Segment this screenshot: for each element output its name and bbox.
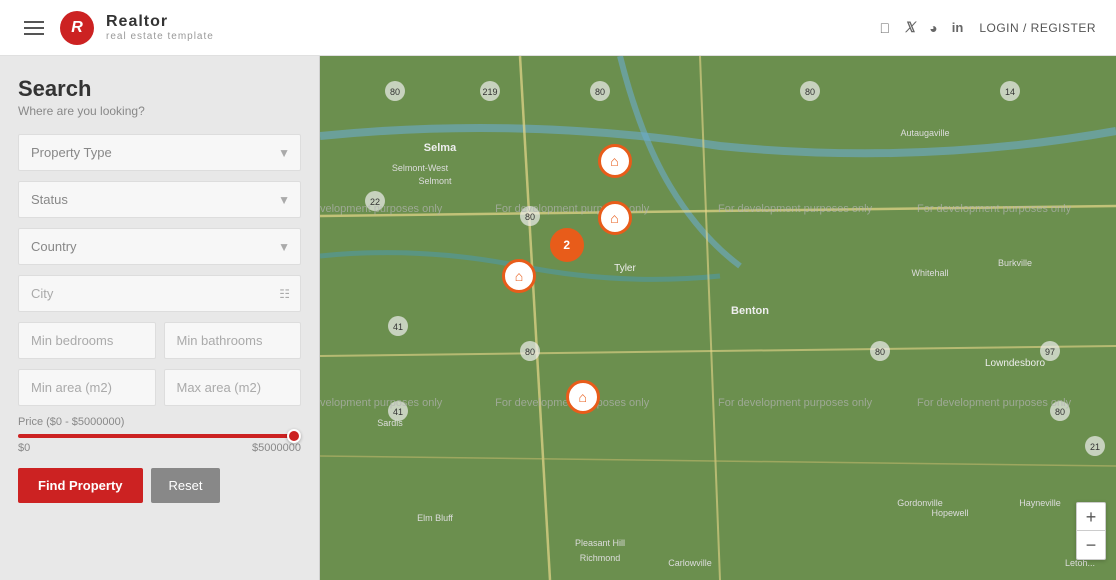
- min-bathrooms-input[interactable]: [165, 323, 301, 358]
- svg-text:Selmont-West: Selmont-West: [392, 163, 449, 173]
- max-area-wrapper: [164, 369, 302, 406]
- map-area: 80 219 80 80 22 41 41 80 80 14 80 97 80: [320, 56, 1116, 580]
- marker-2[interactable]: ⌂: [598, 201, 632, 235]
- logo-subtitle: real estate template: [106, 31, 214, 42]
- svg-text:14: 14: [1005, 87, 1015, 97]
- city-wrapper: ☷: [18, 275, 301, 312]
- svg-text:Sardis: Sardis: [377, 418, 403, 428]
- min-bedrooms-input[interactable]: [19, 323, 155, 358]
- svg-text:80: 80: [390, 87, 400, 97]
- svg-text:80: 80: [525, 347, 535, 357]
- svg-text:41: 41: [393, 407, 403, 417]
- sidebar: Search Where are you looking? Property T…: [0, 56, 320, 580]
- social-icons:  𝕏 ◕ in: [880, 19, 964, 36]
- zoom-in-button[interactable]: +: [1077, 503, 1105, 531]
- svg-text:Whitehall: Whitehall: [911, 268, 948, 278]
- status-wrapper: Status For Sale For Rent ▼: [18, 181, 301, 218]
- svg-text:Benton: Benton: [731, 305, 769, 317]
- marker-2-icon: ⌂: [598, 201, 632, 235]
- header-left: R Realtor real estate template: [20, 11, 214, 45]
- logo-text: Realtor real estate template: [106, 13, 214, 42]
- svg-text:41: 41: [393, 322, 403, 332]
- bedrooms-bathrooms-group: [18, 322, 301, 359]
- logo-icon: R: [60, 11, 94, 45]
- svg-text:21: 21: [1090, 442, 1100, 452]
- svg-text:219: 219: [482, 87, 497, 97]
- svg-text:Elm Bluff: Elm Bluff: [417, 513, 453, 523]
- country-wrapper: Country USA UK Canada ▼: [18, 228, 301, 265]
- marker-5[interactable]: ⌂: [566, 380, 600, 414]
- marker-3-count: 2: [550, 228, 584, 262]
- header-right:  𝕏 ◕ in LOGIN / REGISTER: [880, 19, 1097, 36]
- min-bathrooms-wrapper: [164, 322, 302, 359]
- svg-text:Autaugaville: Autaugaville: [900, 128, 949, 138]
- min-bedrooms-wrapper: [18, 322, 156, 359]
- svg-text:Lowndesboro: Lowndesboro: [985, 358, 1045, 369]
- svg-text:80: 80: [525, 212, 535, 222]
- property-type-select[interactable]: Property Type House Apartment Land Comme…: [19, 135, 300, 170]
- svg-text:80: 80: [805, 87, 815, 97]
- login-register-link[interactable]: LOGIN / REGISTER: [979, 21, 1096, 35]
- property-type-group: Property Type House Apartment Land Comme…: [18, 134, 301, 171]
- linkedin-icon[interactable]: in: [952, 20, 964, 35]
- map-background: 80 219 80 80 22 41 41 80 80 14 80 97 80: [320, 56, 1116, 580]
- svg-text:Burkville: Burkville: [998, 258, 1032, 268]
- svg-text:Selmont: Selmont: [418, 176, 452, 186]
- area-group: [18, 369, 301, 406]
- svg-text:22: 22: [370, 197, 380, 207]
- svg-text:Tyler: Tyler: [614, 263, 636, 274]
- price-max-label: $5000000: [252, 442, 301, 454]
- svg-text:Selma: Selma: [424, 142, 457, 154]
- price-slider-fill: [18, 434, 301, 438]
- facebook-icon[interactable]: : [880, 20, 891, 36]
- city-group: ☷: [18, 275, 301, 312]
- hamburger-button[interactable]: [20, 17, 48, 39]
- price-min-label: $0: [18, 442, 30, 454]
- search-subtitle: Where are you looking?: [18, 104, 301, 118]
- price-section: Price ($0 - $5000000) $0 $5000000: [18, 416, 301, 454]
- svg-text:97: 97: [1045, 347, 1055, 357]
- reset-button[interactable]: Reset: [151, 468, 221, 503]
- city-input[interactable]: [19, 276, 300, 311]
- price-slider-track: [18, 434, 301, 438]
- svg-text:Carlowville: Carlowville: [668, 558, 712, 568]
- min-area-wrapper: [18, 369, 156, 406]
- marker-1-icon: ⌂: [598, 144, 632, 178]
- find-property-button[interactable]: Find Property: [18, 468, 143, 503]
- status-group: Status For Sale For Rent ▼: [18, 181, 301, 218]
- zoom-controls: + −: [1076, 502, 1106, 560]
- min-area-input[interactable]: [19, 370, 155, 405]
- marker-5-icon: ⌂: [566, 380, 600, 414]
- country-select[interactable]: Country USA UK Canada: [19, 229, 300, 264]
- globe-icon[interactable]: ◕: [929, 20, 937, 36]
- header: R Realtor real estate template  𝕏 ◕ in …: [0, 0, 1116, 56]
- search-title: Search: [18, 76, 301, 102]
- svg-text:Gordonville: Gordonville: [897, 498, 943, 508]
- marker-1[interactable]: ⌂: [598, 144, 632, 178]
- svg-text:80: 80: [595, 87, 605, 97]
- marker-4-icon: ⌂: [502, 259, 536, 293]
- max-area-input[interactable]: [165, 370, 301, 405]
- marker-4[interactable]: ⌂: [502, 259, 536, 293]
- twitter-icon[interactable]: 𝕏: [904, 19, 915, 36]
- main-content: Search Where are you looking? Property T…: [0, 56, 1116, 580]
- action-buttons: Find Property Reset: [18, 468, 301, 503]
- status-select[interactable]: Status For Sale For Rent: [19, 182, 300, 217]
- svg-text:Hayneville: Hayneville: [1019, 498, 1061, 508]
- svg-text:Richmond: Richmond: [580, 553, 621, 563]
- price-label: Price ($0 - $5000000): [18, 416, 301, 428]
- svg-text:Hopewell: Hopewell: [931, 508, 968, 518]
- city-input-icon: ☷: [279, 287, 290, 301]
- svg-text:Pleasant Hill: Pleasant Hill: [575, 538, 625, 548]
- marker-3[interactable]: 2: [550, 228, 584, 262]
- price-range-labels: $0 $5000000: [18, 442, 301, 454]
- country-group: Country USA UK Canada ▼: [18, 228, 301, 265]
- property-type-wrapper: Property Type House Apartment Land Comme…: [18, 134, 301, 171]
- zoom-out-button[interactable]: −: [1077, 531, 1105, 559]
- svg-text:80: 80: [875, 347, 885, 357]
- logo-title: Realtor: [106, 13, 214, 31]
- svg-text:80: 80: [1055, 407, 1065, 417]
- price-slider-container: [18, 434, 301, 438]
